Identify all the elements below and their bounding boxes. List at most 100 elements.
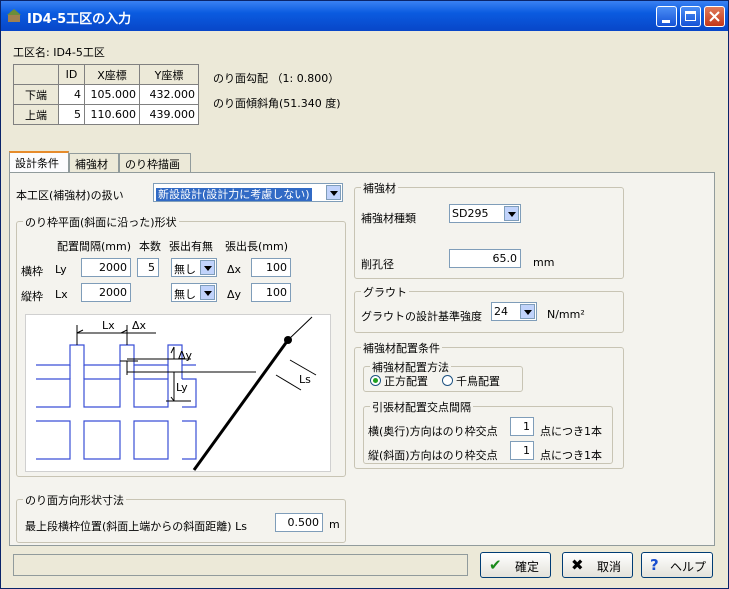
chevron-down-icon[interactable] [200, 260, 215, 275]
overhang-v-value: 無し [174, 288, 196, 301]
dialog-window: ID4-5工区の入力 工区名: ID4-5工区 ID X座標 Y座標 下端 4 … [0, 0, 729, 589]
confirm-label: 確定 [515, 560, 540, 574]
staggered-layout-label[interactable]: 千鳥配置 [456, 373, 500, 389]
reinforcement-type-label: 補強材種類 [361, 212, 416, 225]
square-layout-label[interactable]: 正方配置 [384, 373, 428, 389]
cancel-button[interactable]: ✖ 取消 [562, 552, 633, 578]
check-icon: ✔ [489, 556, 502, 574]
vertical-frame-label: 縦枠 [21, 290, 43, 303]
horizontal-interval-unit: 点につき1本 [540, 425, 602, 438]
slope-angle-text: のり面傾斜角(51.340 度) [213, 97, 341, 110]
top-position-input[interactable]: 0.500 [275, 513, 323, 532]
reinforcement-group-title: 補強材 [361, 180, 398, 196]
chevron-down-icon[interactable] [504, 206, 519, 221]
cell-y[interactable]: 432.000 [139, 84, 199, 105]
grout-strength-select[interactable]: 24 [491, 302, 537, 321]
dy-input[interactable]: 100 [251, 283, 291, 302]
grout-group-title: グラウト [361, 284, 409, 300]
close-icon [709, 11, 720, 22]
col-count-header: 本数 [139, 240, 161, 253]
reinforcement-type-select[interactable]: SD295 [449, 204, 521, 223]
vertical-interval-unit: 点につき1本 [540, 449, 602, 462]
cross-interval-group-title: 引張材配置交点間隔 [370, 399, 473, 415]
layout-method-group: 補強材配置方法 正方配置 千鳥配置 [363, 359, 523, 392]
vertical-interval-label: 縦(斜面)方向はのり枠交点 [368, 449, 498, 462]
cell-id[interactable]: 5 [58, 104, 85, 125]
col-overhang-len-header: 張出長(mm) [225, 240, 289, 253]
grout-strength-value: 24 [494, 305, 508, 318]
tab-design-conditions[interactable]: 設計条件 [9, 151, 69, 174]
table-header-x: X座標 [84, 64, 140, 85]
table-row[interactable]: 上端 5 110.600 439.000 [13, 104, 199, 125]
treatment-value: 新設設計(設計力に考慮しない) [156, 188, 312, 201]
frame-shape-group: のり枠平面(斜面に沿った)形状 配置間隔(mm) 本数 張出有無 張出長(mm)… [16, 214, 346, 477]
status-bar [13, 554, 468, 576]
cell-x[interactable]: 105.000 [84, 84, 140, 105]
cross-icon: ✖ [571, 556, 584, 574]
hole-diameter-label: 削孔径 [361, 258, 394, 271]
chevron-down-icon[interactable] [326, 185, 341, 200]
normal-dimension-group: のり面方向形状寸法 最上段横枠位置(斜面上端からの斜面距離) Ls 0.500 … [16, 492, 346, 543]
cancel-label: 取消 [597, 560, 622, 574]
horizontal-interval-label: 横(奥行)方向はのり枠交点 [368, 425, 498, 438]
grout-strength-label: グラウトの設計基準強度 [361, 310, 482, 323]
treatment-label: 本工区(補強材)の扱い [16, 189, 124, 202]
cell-id[interactable]: 4 [58, 84, 85, 105]
slope-grade-text: のり面勾配 （1: 0.800） [213, 72, 340, 85]
confirm-button[interactable]: ✔ 確定 [480, 552, 551, 578]
zone-name-label: 工区名: ID4-5工区 [13, 46, 105, 59]
diagram-dy-label: Δy [178, 349, 193, 362]
col-spacing-header: 配置間隔(mm) [57, 240, 132, 253]
chevron-down-icon[interactable] [520, 304, 535, 319]
top-position-unit: m [329, 518, 340, 531]
diagram-dx-label: Δx [132, 319, 147, 332]
layout-condition-group-title: 補強材配置条件 [361, 340, 442, 356]
dy-symbol: Δy [227, 288, 242, 301]
frame-diagram: Lx Δx Δy Ly Ls [25, 314, 331, 472]
treatment-select[interactable]: 新設設計(設計力に考慮しない) [153, 183, 343, 202]
overhang-select-v[interactable]: 無し [171, 283, 217, 302]
diagram-lx-label: Lx [102, 319, 115, 332]
table-header-y: Y座標 [139, 64, 199, 85]
square-layout-radio[interactable] [370, 375, 381, 386]
tab-reinforcement[interactable]: 補強材 [69, 153, 119, 173]
overhang-select-h[interactable]: 無し [171, 258, 217, 277]
dx-input[interactable]: 100 [251, 258, 291, 277]
layout-condition-group: 補強材配置条件 補強材配置方法 正方配置 千鳥配置 引張材配置交点間隔 横(奥行… [354, 340, 624, 469]
vertical-interval-input[interactable]: 1 [510, 441, 534, 460]
close-button[interactable] [704, 6, 725, 27]
ly-spacing-input[interactable]: 2000 [81, 258, 131, 277]
diagram-ly-label: Ly [176, 381, 188, 394]
lx-spacing-input[interactable]: 2000 [81, 283, 131, 302]
dx-symbol: Δx [227, 263, 242, 276]
cell-x[interactable]: 110.600 [84, 104, 140, 125]
top-position-label: 最上段横枠位置(斜面上端からの斜面距離) Ls [25, 520, 247, 533]
col-overhang-header: 張出有無 [169, 240, 213, 253]
lx-symbol: Lx [55, 288, 68, 301]
chevron-down-icon[interactable] [200, 285, 215, 300]
window-title: ID4-5工区の入力 [27, 12, 132, 27]
reinforcement-type-value: SD295 [452, 207, 489, 220]
reinforcement-group: 補強材 補強材種類 SD295 削孔径 65.0 mm [354, 180, 624, 279]
table-header-id: ID [58, 64, 85, 85]
maximize-button[interactable] [680, 6, 701, 27]
hole-diameter-unit: mm [533, 256, 555, 269]
grout-group: グラウト グラウトの設計基準強度 24 N/mm² [354, 284, 624, 333]
hole-diameter-input[interactable]: 65.0 [449, 249, 521, 268]
horizontal-frame-label: 横枠 [21, 265, 43, 278]
tab-frame-drawing[interactable]: のり枠描画 [119, 153, 191, 173]
count-input[interactable]: 5 [137, 258, 159, 277]
help-button[interactable]: ? ヘルプ [641, 552, 713, 578]
normal-dimension-group-title: のり面方向形状寸法 [23, 492, 126, 508]
minimize-button[interactable] [656, 6, 677, 27]
horizontal-interval-input[interactable]: 1 [510, 417, 534, 436]
help-label: ヘルプ [670, 560, 707, 574]
title-bar[interactable]: ID4-5工区の入力 [1, 1, 728, 31]
app-icon [7, 9, 21, 22]
row-name: 下端 [13, 84, 59, 105]
overhang-h-value: 無し [174, 263, 196, 276]
table-row[interactable]: 下端 4 105.000 432.000 [13, 84, 199, 105]
staggered-layout-radio[interactable] [442, 375, 453, 386]
cell-y[interactable]: 439.000 [139, 104, 199, 125]
table-header-corner [13, 64, 59, 85]
